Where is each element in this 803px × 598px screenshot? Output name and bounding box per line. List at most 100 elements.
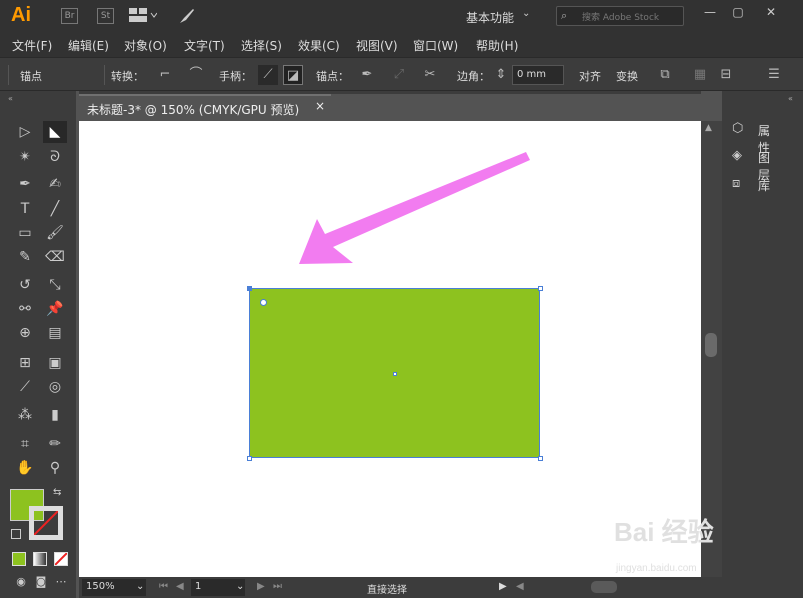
scroll-thumb[interactable] [705, 333, 717, 357]
perspective-grid-icon[interactable]: ▤ [43, 322, 67, 344]
line-tool-icon[interactable]: ╱ [43, 198, 67, 220]
blend-tool-icon[interactable]: ◎ [43, 376, 67, 398]
convert-corner-icon[interactable]: ⌐ [155, 65, 175, 85]
paintbrush-tool-icon[interactable]: 🖌 [43, 222, 67, 244]
gradient-mode-icon[interactable] [33, 552, 47, 566]
default-colors-icon[interactable] [11, 529, 21, 539]
width-tool-icon[interactable]: ⚯ [13, 298, 37, 320]
rocket-icon[interactable] [178, 7, 196, 28]
menu-type[interactable]: 文字(T) [184, 37, 225, 54]
shaper-tool-icon[interactable]: ✎ [13, 246, 37, 268]
next-page-icon[interactable]: ▶ [257, 581, 265, 592]
hand-tool-icon[interactable]: ✋ [13, 457, 37, 479]
arrange-icon[interactable]: ⊟ [716, 65, 736, 85]
menu-effect[interactable]: 效果(C) [298, 37, 340, 54]
anchor-point[interactable] [247, 456, 252, 461]
connect-anchor-icon[interactable]: ⤢ [389, 65, 409, 85]
direct-selection-tool-icon[interactable]: ◣ [43, 121, 67, 143]
menu-edit[interactable]: 编辑(E) [68, 37, 109, 54]
swap-colors-icon[interactable]: ⇆ [53, 487, 61, 498]
select-similar-icon[interactable]: ▦ [690, 65, 710, 85]
zoom-tool-icon[interactable]: ⚲ [43, 457, 67, 479]
convert-label: 转换： [111, 70, 144, 83]
gradient-tool-icon[interactable]: ▣ [43, 352, 67, 374]
show-handles-icon[interactable]: ⟋ [258, 65, 278, 85]
close-tab-icon[interactable]: × [315, 99, 325, 113]
minimize-button[interactable]: — [699, 4, 721, 20]
menu-select[interactable]: 选择(S) [241, 37, 282, 54]
mesh-tool-icon[interactable]: ⊞ [13, 352, 37, 374]
document-tab[interactable]: 未标题-3* @ 150% (CMYK/GPU 预览) × [79, 94, 331, 121]
libraries-label: 库 [758, 179, 771, 193]
panel-menu-icon[interactable]: ☰ [764, 65, 784, 85]
status-menu-icon[interactable]: ▶ [499, 581, 507, 592]
menu-object[interactable]: 对象(O) [124, 37, 167, 54]
collapse-panel-icon[interactable]: « [8, 94, 13, 103]
column-graph-icon[interactable]: ▮ [43, 404, 67, 426]
tools-panel: « ▷ ◣ ✴ ᘐ ✒ ✍ T ╱ ▭ 🖌 ✎ ⌫ ↺ ⤡ ⚯ 📌 ⊕ ▤ ⊞ … [0, 91, 76, 598]
first-page-icon[interactable]: ⏮ [159, 581, 168, 592]
anchor-point[interactable] [538, 456, 543, 461]
hide-handles-icon[interactable]: ◪ [283, 65, 303, 85]
rectangle-tool-icon[interactable]: ▭ [13, 222, 37, 244]
chevron-down-icon[interactable]: ⌄ [522, 8, 530, 19]
lasso-tool-icon[interactable]: ᘐ [43, 146, 67, 168]
none-mode-icon[interactable] [54, 552, 68, 566]
scroll-left-icon[interactable]: ◀ [516, 581, 524, 592]
workspace-switcher[interactable]: 基本功能 [466, 9, 514, 26]
prev-page-icon[interactable]: ◀ [176, 581, 184, 592]
transform-button[interactable]: 变换 [616, 68, 638, 84]
pen-tool-icon[interactable]: ✒ [13, 173, 37, 195]
chevron-down-icon[interactable]: ⌄ [236, 581, 244, 592]
control-bar: 锚点 转换： ⌐ ⌒ 手柄： ⟋ ◪ 锚点： ✒ ⤢ ✂ 边角： ⇕ 0 mm … [0, 57, 803, 91]
eraser-tool-icon[interactable]: ⌫ [43, 246, 67, 268]
type-tool-icon[interactable]: T [13, 198, 37, 220]
align-button[interactable]: 对齐 [579, 68, 601, 84]
stock-search-input[interactable]: ⌕ 搜索 Adobe Stock [556, 6, 684, 26]
selection-tool-icon[interactable]: ▷ [13, 121, 37, 143]
stroke-swatch[interactable] [29, 506, 63, 540]
handles-label: 手柄： [219, 70, 252, 83]
symbol-sprayer-icon[interactable]: ⁂ [13, 404, 37, 426]
vertical-scrollbar[interactable]: ▲ [701, 121, 722, 577]
color-mode-icon[interactable] [12, 552, 26, 566]
center-point [393, 372, 397, 376]
anchor-point[interactable] [538, 286, 543, 291]
cut-path-icon[interactable]: ✂ [420, 65, 440, 85]
eyedropper-tool-icon[interactable]: ⟋ [13, 376, 37, 398]
expand-panel-icon[interactable]: « [788, 94, 793, 103]
chevron-down-icon[interactable]: ⌄ [136, 581, 144, 592]
selected-anchor-point[interactable] [247, 286, 252, 291]
maximize-button[interactable]: ▢ [727, 4, 749, 20]
isolate-icon[interactable]: ⧉ [655, 65, 675, 85]
corner-widget-icon[interactable] [260, 299, 267, 306]
shape-builder-icon[interactable]: ⊕ [13, 322, 37, 344]
last-page-icon[interactable]: ⏭ [273, 581, 282, 592]
rotate-tool-icon[interactable]: ↺ [13, 274, 37, 296]
menu-file[interactable]: 文件(F) [12, 37, 52, 54]
puppet-warp-icon[interactable]: 📌 [43, 298, 67, 320]
corner-radius-input[interactable]: 0 mm [512, 65, 564, 85]
scroll-up-icon[interactable]: ▲ [705, 123, 712, 133]
bridge-icon[interactable]: Br [61, 8, 78, 24]
menu-window[interactable]: 窗口(W) [413, 37, 458, 54]
menu-view[interactable]: 视图(V) [356, 37, 398, 54]
current-tool-label[interactable]: 直接选择 [367, 581, 407, 596]
close-button[interactable]: ✕ [760, 4, 782, 20]
arrange-documents-icon[interactable] [129, 8, 158, 22]
edit-toolbar-icon[interactable]: ⋯ [49, 571, 73, 593]
magic-wand-icon[interactable]: ✴ [13, 146, 37, 168]
slice-tool-icon[interactable]: ✏ [43, 433, 67, 455]
horizontal-scroll-thumb[interactable] [591, 581, 617, 593]
convert-smooth-icon[interactable]: ⌒ [186, 65, 206, 85]
stock-icon[interactable]: St [97, 8, 114, 24]
remove-anchor-icon[interactable]: ✒ [357, 65, 377, 85]
scale-tool-icon[interactable]: ⤡ [43, 274, 67, 296]
search-icon: ⌕ [561, 9, 568, 22]
curvature-tool-icon[interactable]: ✍ [43, 173, 67, 195]
artboard[interactable] [79, 121, 701, 577]
corner-stepper-icon[interactable]: ⇕ [494, 65, 508, 85]
canvas[interactable] [79, 121, 701, 577]
menu-help[interactable]: 帮助(H) [476, 37, 518, 54]
artboard-tool-icon[interactable]: ⌗ [13, 433, 37, 455]
